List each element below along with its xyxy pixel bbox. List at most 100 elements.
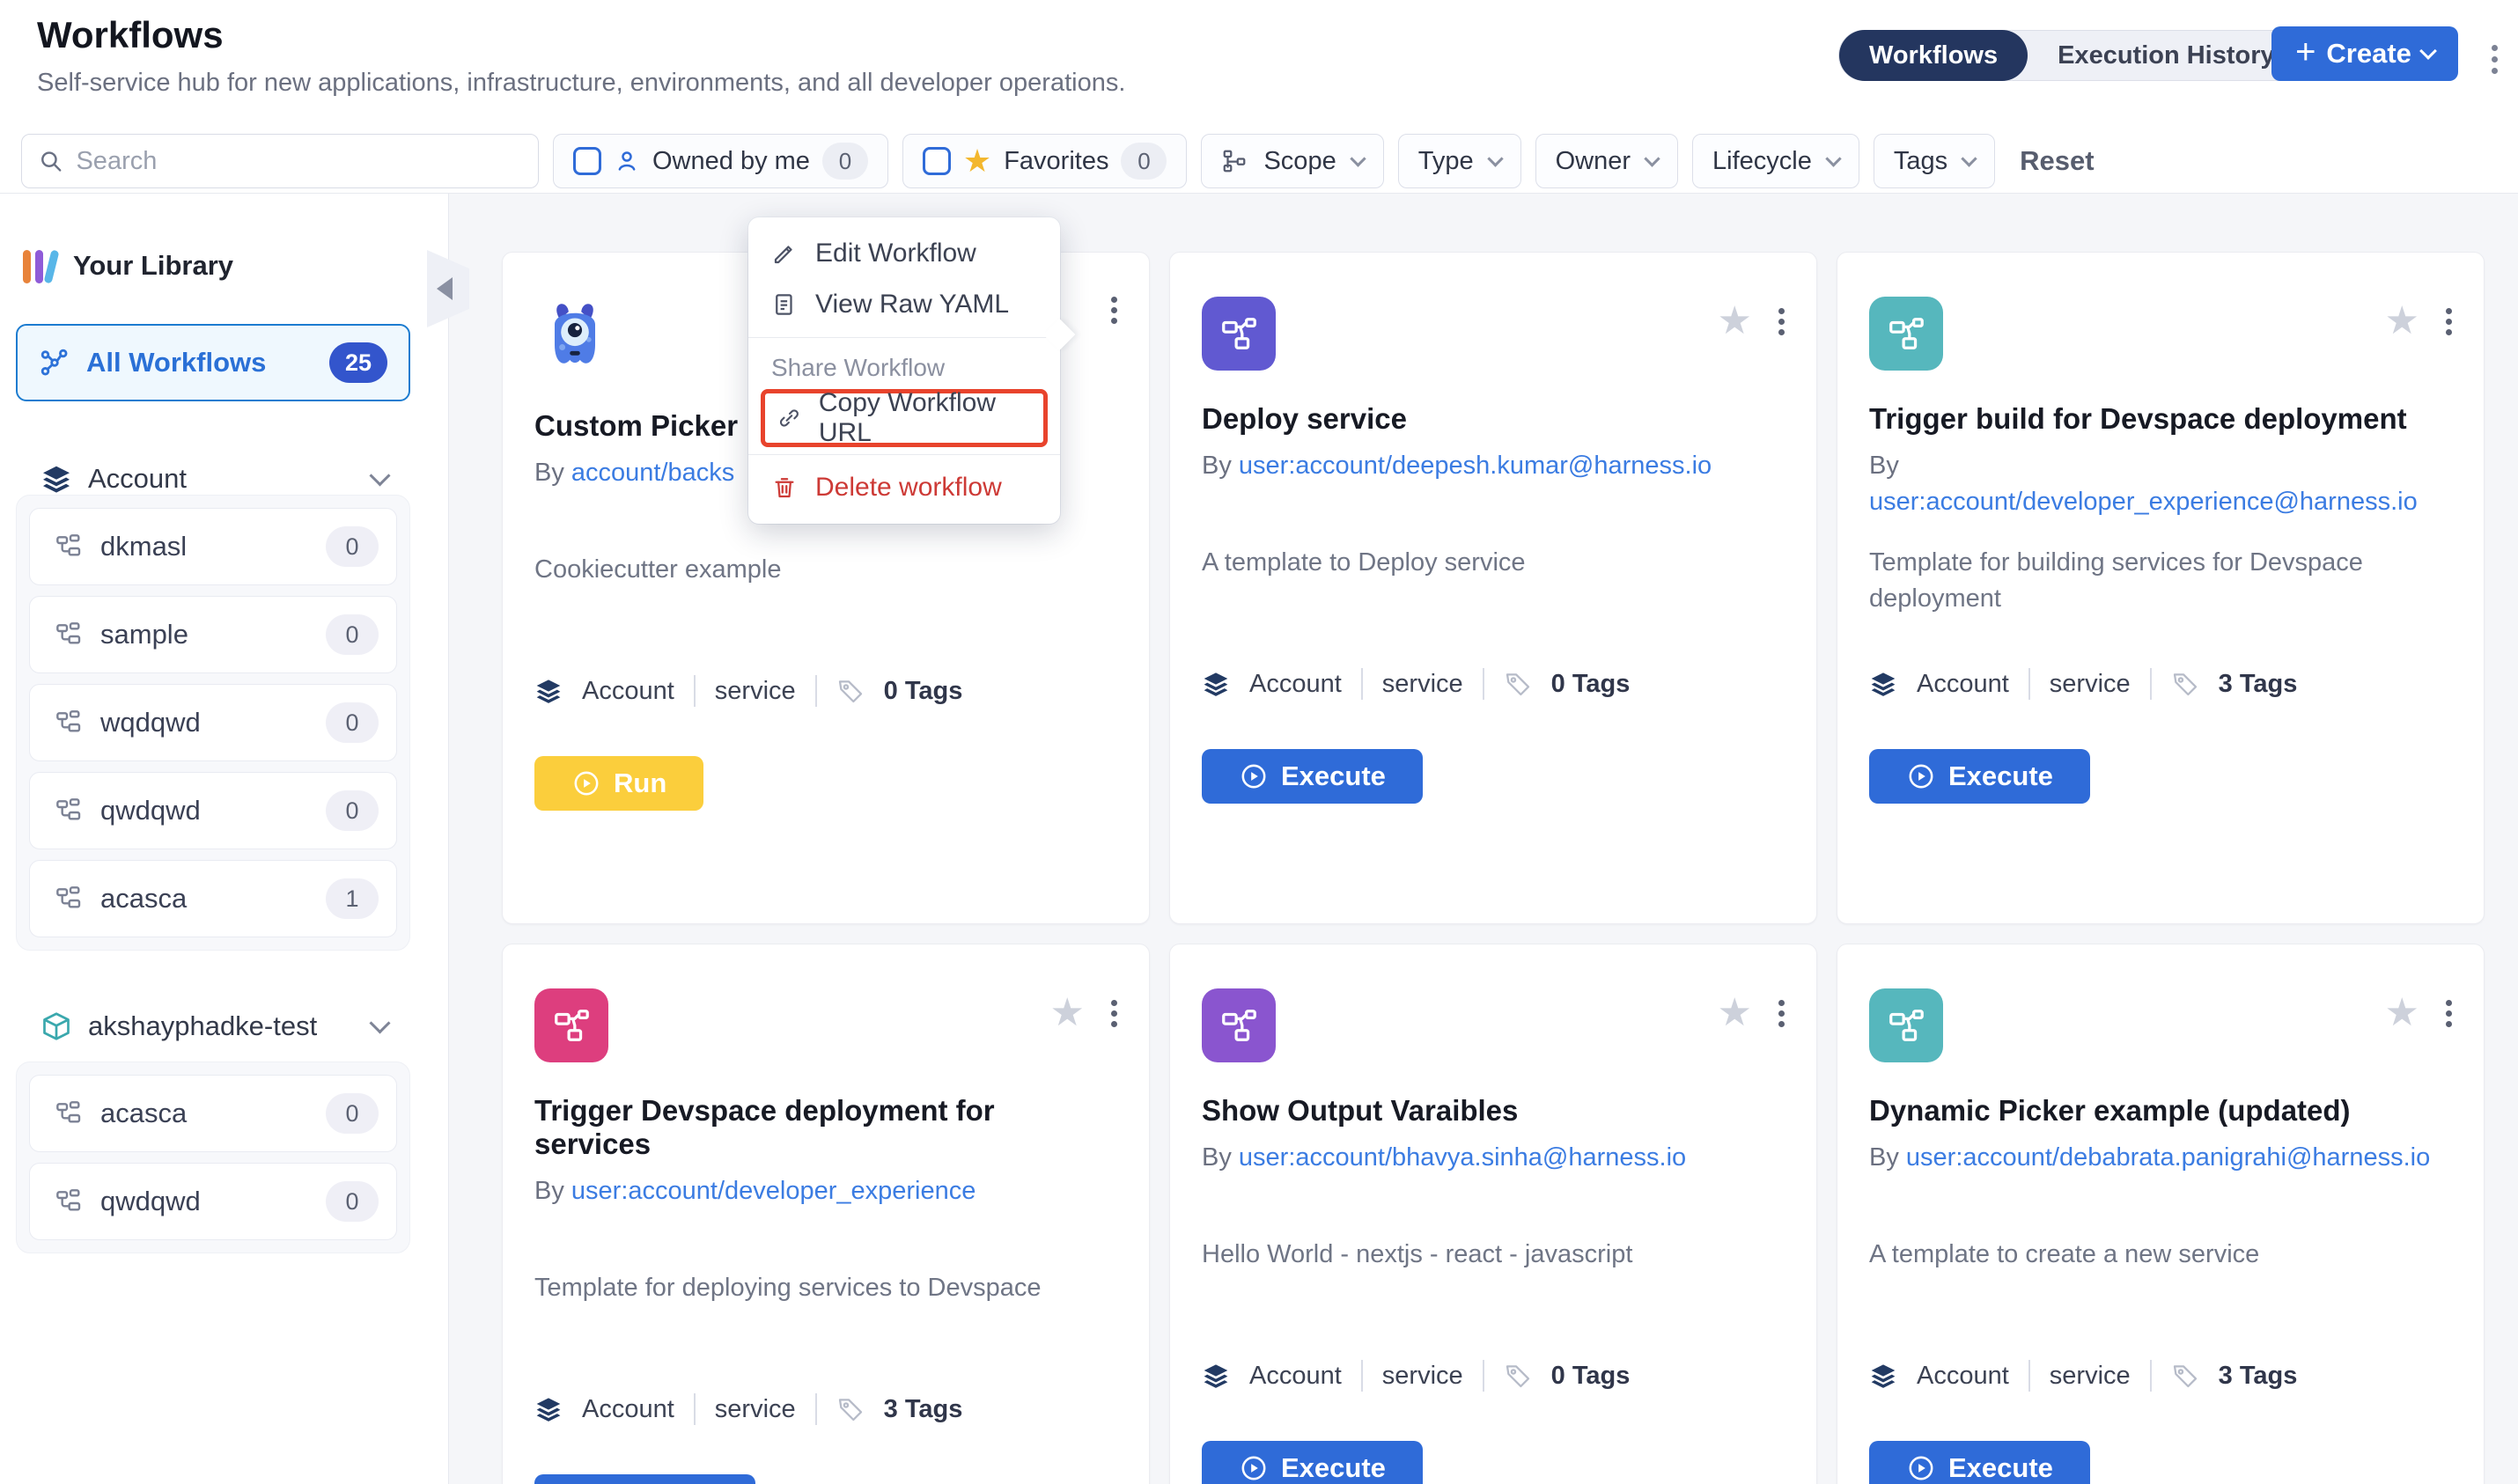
lifecycle-dropdown[interactable]: Lifecycle xyxy=(1692,134,1859,188)
execute-button[interactable]: Execute xyxy=(1202,749,1423,804)
favorite-star-icon[interactable]: ★ xyxy=(2385,994,2419,1032)
card-type: service xyxy=(2050,1362,2131,1391)
menu-item-copy-workflow-url[interactable]: Copy Workflow URL xyxy=(765,393,1043,443)
card-kebab-menu-icon[interactable] xyxy=(2446,1005,2452,1021)
card-title: Deploy service xyxy=(1202,402,1785,436)
sidebar-item-dkmasl[interactable]: dkmasl 0 xyxy=(29,508,397,585)
execute-button[interactable]: Execute xyxy=(534,1474,755,1484)
card-type: service xyxy=(1382,1362,1463,1391)
scope-dropdown[interactable]: Scope xyxy=(1201,134,1383,188)
menu-item-delete-workflow[interactable]: Delete workflow xyxy=(748,462,1060,513)
sidebar-item-acasca-2[interactable]: acasca 0 xyxy=(29,1075,397,1152)
menu-section-share-workflow: Share Workflow xyxy=(748,345,1060,387)
type-dropdown[interactable]: Type xyxy=(1398,134,1521,188)
card-owner-line: By user:account/debabrata.panigrahi@harn… xyxy=(1869,1140,2452,1214)
run-button[interactable]: Run xyxy=(534,756,703,811)
tag-icon xyxy=(2171,670,2199,698)
card-title: Trigger build for Devspace deployment xyxy=(1869,402,2452,436)
owner-link[interactable]: user:account/developer_experience@harnes… xyxy=(1869,488,2418,516)
scope-icon xyxy=(1221,148,1248,174)
card-tags: 0 Tags xyxy=(1551,1362,1631,1391)
card-kebab-menu-icon[interactable] xyxy=(1111,302,1117,318)
document-icon xyxy=(771,291,798,318)
card-kebab-menu-icon[interactable] xyxy=(1111,1005,1117,1021)
search-input[interactable] xyxy=(76,147,522,176)
tags-dropdown[interactable]: Tags xyxy=(1874,134,1995,188)
collapse-arrow-icon xyxy=(437,277,453,300)
card-description: A template to Deploy service xyxy=(1202,545,1785,619)
card-description: Cookiecutter example xyxy=(534,552,1117,626)
workflow-card-dynamic-picker-example: ★ Dynamic Picker example (updated) By us… xyxy=(1837,944,2485,1484)
flow-item-icon xyxy=(55,885,83,913)
owner-link[interactable]: user:account/developer_experience xyxy=(571,1177,976,1205)
chevron-down-icon xyxy=(1487,151,1503,166)
sidebar-group-account[interactable]: Account xyxy=(40,463,410,495)
link-icon xyxy=(777,405,801,431)
flow-item-icon xyxy=(55,621,83,649)
library-icon xyxy=(23,248,55,283)
chevron-down-icon xyxy=(1350,151,1366,166)
chevron-down-icon xyxy=(2419,42,2437,60)
search-icon xyxy=(38,147,63,175)
type-label: Type xyxy=(1418,147,1474,176)
chevron-down-icon xyxy=(369,465,390,486)
card-meta: Account service 0 Tags xyxy=(1202,668,1785,700)
layers-icon xyxy=(534,1395,563,1423)
owned-by-me-filter[interactable]: Owned by me 0 xyxy=(553,134,888,188)
favorite-star-icon[interactable]: ★ xyxy=(1718,994,1752,1032)
item-count-badge: 0 xyxy=(326,702,379,743)
create-button[interactable]: + Create xyxy=(2271,26,2458,81)
workflow-tile-icon xyxy=(534,988,608,1062)
execute-button[interactable]: Execute xyxy=(1869,1441,2090,1484)
card-owner-line: By user:account/developer_experience@har… xyxy=(1869,448,2452,522)
item-count-badge: 0 xyxy=(326,1181,379,1222)
execute-button[interactable]: Execute xyxy=(1869,749,2090,804)
group-account-label: Account xyxy=(88,463,357,495)
group-akshayphadke-test-items: acasca 0 qwdqwd 0 xyxy=(16,1062,410,1253)
owner-link[interactable]: account/backs xyxy=(571,459,734,487)
reset-filters-button[interactable]: Reset xyxy=(2020,134,2094,188)
workflow-icon xyxy=(39,347,70,378)
favorite-star-icon[interactable]: ★ xyxy=(1718,302,1752,341)
card-title: Trigger Devspace deployment for services xyxy=(534,1094,1117,1161)
sidebar-item-qwdqwd[interactable]: qwdqwd 0 xyxy=(29,772,397,849)
favorites-checkbox[interactable] xyxy=(923,147,951,175)
card-kebab-menu-icon[interactable] xyxy=(2446,313,2452,329)
tab-workflows[interactable]: Workflows xyxy=(1839,30,2028,81)
owner-link[interactable]: user:account/debabrata.panigrahi@harness… xyxy=(1906,1143,2430,1172)
tab-execution-history[interactable]: Execution History xyxy=(2028,30,2305,81)
execute-button[interactable]: Execute xyxy=(1202,1441,1423,1484)
card-meta: Account service 3 Tags xyxy=(534,1393,1117,1425)
favorite-star-icon[interactable]: ★ xyxy=(2385,302,2419,341)
owner-link[interactable]: user:account/bhavya.sinha@harness.io xyxy=(1239,1143,1686,1172)
sidebar-item-qwdqwd-2[interactable]: qwdqwd 0 xyxy=(29,1163,397,1240)
owned-by-me-label: Owned by me xyxy=(652,147,810,176)
item-count-badge: 0 xyxy=(326,1093,379,1134)
play-icon xyxy=(1906,761,1936,791)
play-icon xyxy=(1239,761,1269,791)
sidebar-item-all-workflows[interactable]: All Workflows 25 xyxy=(16,324,410,401)
owned-by-me-checkbox[interactable] xyxy=(573,147,601,175)
search-box[interactable] xyxy=(21,134,539,188)
favorites-label: Favorites xyxy=(1004,147,1108,176)
sidebar-item-wqdqwd[interactable]: wqdqwd 0 xyxy=(29,684,397,761)
owner-link[interactable]: user:account/deepesh.kumar@harness.io xyxy=(1239,452,1712,480)
sidebar-item-acasca[interactable]: acasca 1 xyxy=(29,860,397,937)
card-kebab-menu-icon[interactable] xyxy=(1778,313,1785,329)
card-kebab-menu-icon[interactable] xyxy=(1778,1005,1785,1021)
sidebar-group-akshayphadke-test[interactable]: akshayphadke-test xyxy=(40,1010,410,1042)
menu-item-view-raw-yaml[interactable]: View Raw YAML xyxy=(748,279,1060,330)
menu-item-edit-workflow[interactable]: Edit Workflow xyxy=(748,228,1060,279)
card-meta: Account service 3 Tags xyxy=(1869,1360,2452,1392)
user-icon xyxy=(614,148,640,174)
favorites-filter[interactable]: ★ Favorites 0 xyxy=(902,134,1188,188)
owner-dropdown[interactable]: Owner xyxy=(1535,134,1678,188)
card-tags: 0 Tags xyxy=(884,677,963,706)
header-overflow-menu-icon[interactable] xyxy=(2492,51,2498,67)
card-description: Hello World - nextjs - react - javascrip… xyxy=(1202,1237,1785,1311)
sidebar-item-sample[interactable]: sample 0 xyxy=(29,596,397,673)
layers-icon xyxy=(1869,670,1897,698)
filter-bar: Owned by me 0 ★ Favorites 0 Scope Type O… xyxy=(0,134,2518,194)
card-tags: 3 Tags xyxy=(884,1395,963,1424)
favorite-star-icon[interactable]: ★ xyxy=(1050,994,1085,1032)
